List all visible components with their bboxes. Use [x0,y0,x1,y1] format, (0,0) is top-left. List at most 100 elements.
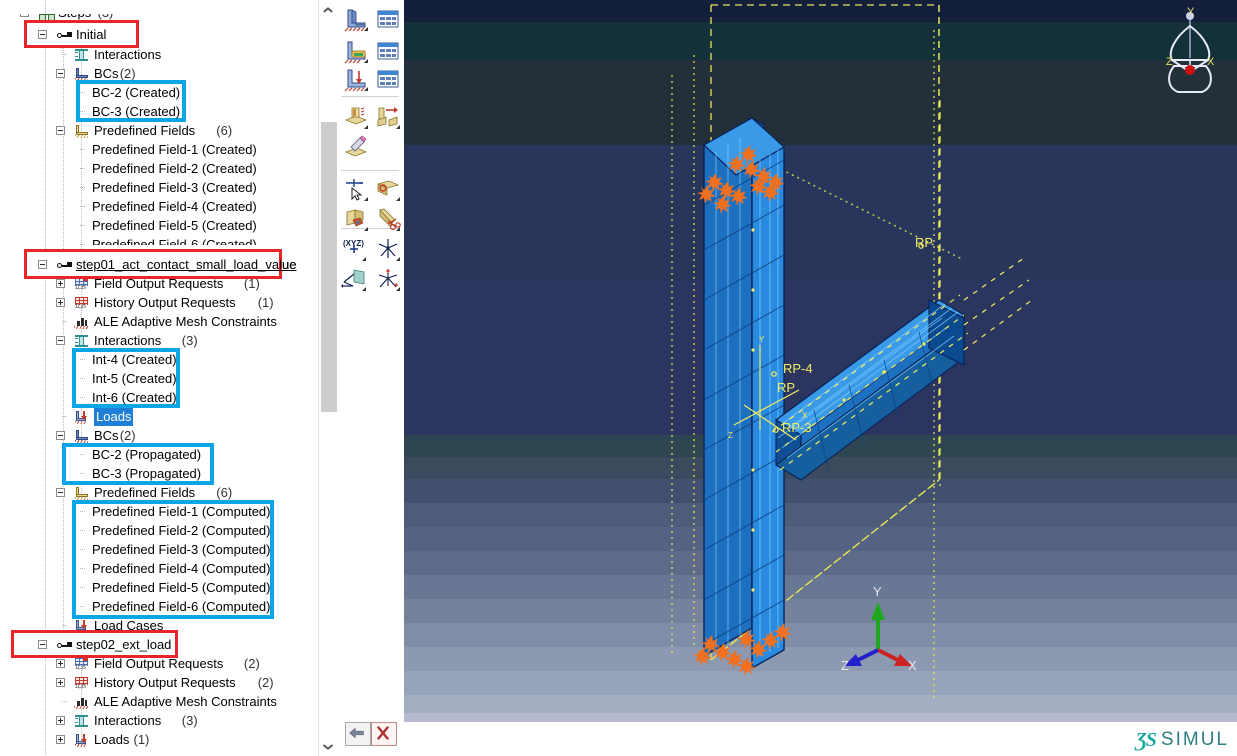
expand-icon[interactable] [56,716,65,725]
cancel-button[interactable] [371,722,397,746]
tree-node-ho-1[interactable]: 11,3,5History Output Requests(1) [0,294,318,312]
expand-icon[interactable] [56,279,65,288]
tree-branch-tick [80,511,86,512]
query-information-button[interactable] [343,176,369,202]
create-cut-button[interactable] [375,206,401,232]
tree-branch-tick [80,568,86,569]
create-connector-section-button[interactable] [375,104,401,130]
tree-node-bcs-0[interactable]: BCs(2) [0,65,318,83]
tree-node-pf6-c[interactable]: Predefined Field-6 (Created) [0,236,318,254]
interactions-icon [74,334,90,349]
create-reference-point-button[interactable] [375,176,401,202]
module-toolbox: (XYZ) [337,0,405,756]
tree-node-int6[interactable]: Int-6 (Created) [0,389,318,407]
collapse-icon[interactable] [56,336,65,345]
tree-node-loads-2[interactable]: Loads(1) [0,731,318,749]
tree-node-count: (1) [134,731,150,749]
tree-node-bcs-1[interactable]: BCs(2) [0,427,318,445]
create-datum-point-xyz-button[interactable]: (XYZ) [341,236,367,262]
tree-node-pf5-c[interactable]: Predefined Field-5 (Created) [0,217,318,235]
create-datum-csys-button[interactable] [375,266,401,292]
back-button[interactable] [345,722,371,746]
create-datum-axis-button[interactable] [375,236,401,262]
tree-node-pf5-x[interactable]: Predefined Field-5 (Computed) [0,579,318,597]
tree-node-pf1-x[interactable]: Predefined Field-1 (Computed) [0,503,318,521]
tree-node-pf2-c[interactable]: Predefined Field-2 (Created) [0,160,318,178]
tree-node-loadcases[interactable]: Load Cases [0,617,318,635]
tree-node-int-grp-2[interactable]: Interactions(3) [0,712,318,730]
field-output-icon: 11,3,5 [74,657,90,672]
load-manager-button[interactable] [375,66,401,92]
collapse-icon[interactable] [38,260,47,269]
beam-member [776,300,964,480]
tree-node-bc3-c[interactable]: BC-3 (Created) [0,103,318,121]
collapse-icon[interactable] [20,8,29,17]
tree-node-initial[interactable]: Initial [0,26,318,44]
tree-branch-tick [80,244,86,245]
create-datum-plane-button[interactable] [341,266,367,292]
view-compass[interactable]: Z X Y [1150,8,1230,108]
create-partition-button[interactable] [343,206,369,232]
tree-node-pf3-x[interactable]: Predefined Field-3 (Computed) [0,541,318,559]
expand-icon[interactable] [56,735,65,744]
tree-node-ho-2[interactable]: 11,3,5History Output Requests(2) [0,674,318,692]
tree-node-bc3-p[interactable]: BC-3 (Propagated) [0,465,318,483]
expand-icon[interactable] [56,678,65,687]
tree-node-int4[interactable]: Int-4 (Created) [0,351,318,369]
collapse-icon[interactable] [56,488,65,497]
tree-node-pf4-c[interactable]: Predefined Field-4 (Created) [0,198,318,216]
tree-scrollbar[interactable] [318,0,337,756]
collapse-icon[interactable] [38,640,47,649]
tree-node-int5[interactable]: Int-5 (Created) [0,370,318,388]
tree-node-ale-1[interactable]: ALE Adaptive Mesh Constraints [0,313,318,331]
tree-node-ale-2[interactable]: ALE Adaptive Mesh Constraints [0,693,318,711]
finite-element-model: YXZ [404,0,1237,722]
collapse-icon[interactable] [56,126,65,135]
tree-node-pf6-x[interactable]: Predefined Field-6 (Computed) [0,598,318,616]
tree-node-int-grp-1[interactable]: Interactions(3) [0,332,318,350]
tree-node-pf-grp-1[interactable]: Predefined Fields(6) [0,484,318,502]
model-tree-scroll-area[interactable]: Steps(3)InitialInteractionsBCs(2)BC-2 (C… [0,0,318,756]
create-wire-feature-button[interactable] [343,134,369,160]
expand-icon[interactable] [56,659,65,668]
create-predefined-field-button[interactable] [343,38,369,64]
tree-branch-tick [80,92,86,93]
tree-node-loads-1[interactable]: Loads [0,408,318,426]
boundary-condition-manager-button[interactable] [375,6,401,32]
tree-node-pf-grp-0[interactable]: Predefined Fields(6) [0,122,318,140]
create-constraint-button[interactable] [343,104,369,130]
create-boundary-condition-button[interactable] [343,6,369,32]
reference-point-rp3: RP-3 [782,420,812,435]
collapse-icon[interactable] [56,69,65,78]
tree-node-pf1-c[interactable]: Predefined Field-1 (Created) [0,141,318,159]
collapse-icon[interactable] [38,30,47,39]
expand-icon[interactable] [56,298,65,307]
tree-node-bc2-p[interactable]: BC-2 (Propagated) [0,446,318,464]
column-member [704,118,784,668]
tree-node-pf3-c[interactable]: Predefined Field-3 (Created) [0,179,318,197]
tree-node-fo-2[interactable]: 11,3,5Field Output Requests(2) [0,655,318,673]
scroll-up-button[interactable] [319,0,337,19]
bc-icon [74,429,90,444]
tree-node-fo-1[interactable]: 11,3,5Field Output Requests(1) [0,275,318,293]
dropdown-corner-icon [364,227,368,231]
tree-node-step01[interactable]: step01_act_contact_small_load_value [0,256,318,274]
3d-viewport[interactable]: YXZ RP-4RPRP-3RP Y X [404,0,1237,756]
collapse-icon[interactable] [56,431,65,440]
tree-node-bc2-c[interactable]: BC-2 (Created) [0,84,318,102]
tree-branch-tick [80,454,86,455]
tree-branch-tick [80,206,86,207]
scrollbar-thumb[interactable] [321,122,337,412]
dropdown-corner-icon [364,27,368,31]
tree-node-int-grp-0[interactable]: Interactions [0,46,318,64]
tree-node-steps[interactable]: Steps(3) [0,4,318,22]
dropdown-corner-icon [396,257,400,261]
tree-node-pf2-x[interactable]: Predefined Field-2 (Computed) [0,522,318,540]
predefined-field-manager-button[interactable] [375,38,401,64]
create-load-button[interactable] [343,66,369,92]
tree-node-label: Predefined Fields [94,484,195,502]
scroll-down-button[interactable] [319,737,337,756]
tree-node-step02[interactable]: step02_ext_load [0,636,318,654]
tree-node-pf4-x[interactable]: Predefined Field-4 (Computed) [0,560,318,578]
tree-node-label: Steps [58,4,91,22]
